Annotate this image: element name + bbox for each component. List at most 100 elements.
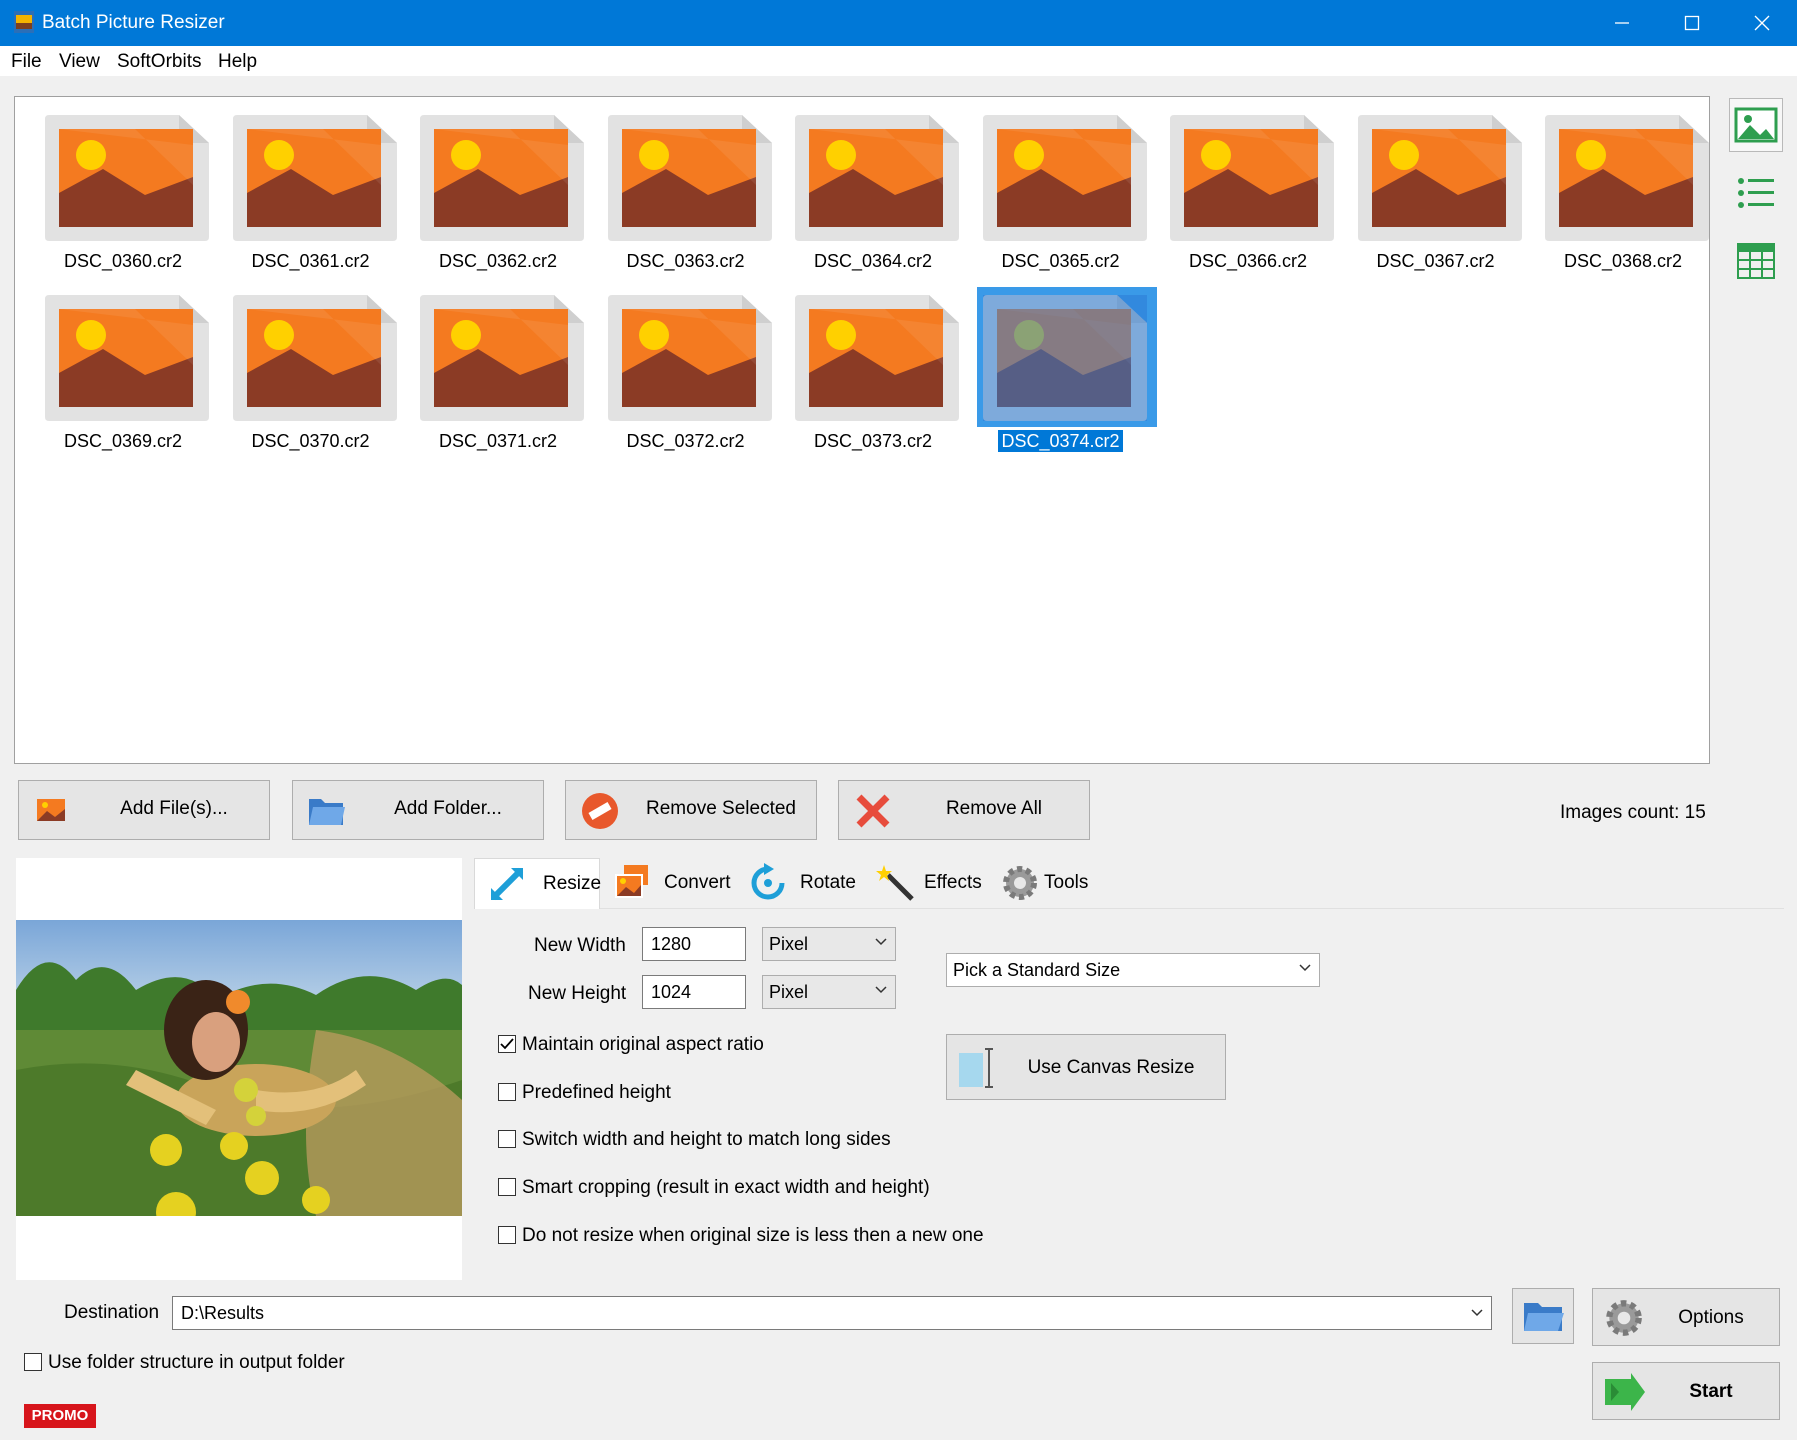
close-button[interactable] [1727,0,1797,46]
file-name: DSC_0374.cr2 [967,429,1155,453]
file-thumbnail[interactable]: DSC_0372.cr2 [592,285,780,465]
thumbnails-view-button[interactable] [1729,98,1783,152]
image-file-icon [607,295,772,421]
file-name: DSC_0372.cr2 [626,431,745,451]
gear-icon [1606,1300,1642,1336]
image-file-icon [420,115,584,241]
new-width-label: New Width [534,935,626,956]
destination-value: D:\Results [181,1303,265,1323]
file-name: DSC_0365.cr2 [1001,251,1120,271]
magic-wand-icon [876,865,914,901]
new-width-input[interactable]: 1280 [642,927,746,961]
checkmark-icon [500,1038,514,1050]
switch-sides-label: Switch width and height to match long si… [522,1129,891,1150]
new-height-input[interactable]: 1024 [642,975,746,1009]
gear-icon [1003,866,1037,900]
tab-rotate[interactable]: Rotate [736,858,864,908]
image-file-icon [232,115,397,241]
file-thumbnail[interactable]: DSC_0369.cr2 [29,285,217,465]
new-height-label: New Height [528,983,627,1004]
file-name: DSC_0373.cr2 [813,431,933,451]
add-files-button[interactable]: Add File(s)... [18,780,270,840]
minimize-button[interactable] [1587,0,1657,46]
details-view-button[interactable] [1729,234,1783,288]
file-name: DSC_0362.cr2 [438,251,558,271]
checkbox-box [498,1226,516,1244]
file-thumbnail[interactable]: DSC_0370.cr2 [217,285,405,465]
start-button[interactable]: Start [1592,1362,1780,1420]
maximize-button[interactable] [1657,0,1727,46]
canvas-resize-button[interactable]: Use Canvas Resize [946,1034,1226,1100]
promo-badge[interactable]: PROMO [24,1404,96,1428]
maintain-aspect-label: Maintain original aspect ratio [522,1034,764,1055]
folder-icon [309,799,345,825]
file-list[interactable]: DSC_0360.cr2 DSC_0361.cr2 DSC_0362.cr2 DSC_… [14,96,1710,764]
image-file-icon [982,115,1147,241]
file-thumbnail[interactable]: DSC_0366.cr2 [1154,105,1342,285]
file-name: DSC_0370.cr2 [251,431,370,451]
chevron-down-icon [875,986,887,994]
checkbox-box [498,1083,516,1101]
image-file-icon [1170,115,1334,241]
use-folder-structure-label: Use folder structure in output folder [48,1352,345,1373]
file-thumbnail[interactable]: DSC_0360.cr2 [29,105,217,285]
tab-effects[interactable]: Effects [864,858,988,908]
destination-select[interactable]: D:\Results [172,1296,1492,1330]
add-folder-label: Add Folder... [394,798,502,819]
red-x-icon [856,794,890,828]
add-folder-button[interactable]: Add Folder... [292,780,544,840]
options-button[interactable]: Options [1592,1288,1780,1346]
menu-help[interactable]: Help [218,51,257,73]
menu-softorbits[interactable]: SoftOrbits [117,51,201,73]
destination-label: Destination [64,1302,160,1323]
images-count: Images count: 15 [1560,802,1706,823]
file-thumbnail[interactable]: DSC_0365.cr2 [967,105,1155,285]
file-thumbnail[interactable]: DSC_0367.cr2 [1342,105,1530,285]
file-thumbnail[interactable]: DSC_0371.cr2 [404,285,592,465]
file-thumbnail[interactable]: DSC_0363.cr2 [592,105,780,285]
height-unit-select[interactable]: Pixel [762,975,896,1009]
remove-selected-button[interactable]: Remove Selected [565,780,817,840]
chevron-down-icon [1471,1309,1483,1317]
options-label: Options [1678,1307,1744,1328]
open-folder-icon [1524,1303,1564,1331]
file-name: DSC_0367.cr2 [1376,251,1495,271]
tab-tools[interactable]: Tools [988,858,1100,908]
remove-all-button[interactable]: Remove All [838,780,1090,840]
details-view-icon [1737,243,1775,279]
tab-resize[interactable]: Resize [474,858,602,909]
preview-image [16,920,462,1216]
image-file-icon [607,115,772,241]
add-files-label: Add File(s)... [120,798,228,819]
remove-selected-label: Remove Selected [646,798,796,819]
image-file-icon [1545,115,1709,241]
window-title: Batch Picture Resizer [42,12,225,33]
height-unit-value: Pixel [769,982,809,1002]
image-file-icon [45,115,209,241]
image-file-icon [45,295,209,421]
predefined-height-label: Predefined height [522,1082,671,1103]
file-thumbnail[interactable]: DSC_0374.cr2 [967,285,1157,465]
file-thumbnail[interactable]: DSC_0368.cr2 [1529,105,1717,285]
file-thumbnail[interactable]: DSC_0362.cr2 [404,105,592,285]
file-name: DSC_0364.cr2 [813,251,933,271]
close-icon [1754,15,1770,31]
chevron-down-icon [875,938,887,946]
tab-resize-label: Resize [543,873,602,894]
menu-file[interactable]: File [11,51,42,73]
file-thumbnail[interactable]: DSC_0361.cr2 [217,105,405,285]
start-arrow-icon [1605,1373,1645,1411]
list-view-button[interactable] [1729,166,1783,220]
standard-size-select[interactable]: Pick a Standard Size [946,953,1320,987]
file-thumbnail[interactable]: DSC_0364.cr2 [779,105,967,285]
image-file-icon [420,295,584,421]
file-name: DSC_0368.cr2 [1563,251,1683,271]
file-thumbnail[interactable]: DSC_0373.cr2 [779,285,967,465]
width-unit-select[interactable]: Pixel [762,927,896,961]
image-file-icon [795,115,959,241]
tab-convert[interactable]: Convert [600,858,736,908]
browse-folder-button[interactable] [1512,1288,1574,1344]
menu-view[interactable]: View [59,51,100,73]
app-icon [14,11,34,33]
add-image-icon [37,799,65,821]
